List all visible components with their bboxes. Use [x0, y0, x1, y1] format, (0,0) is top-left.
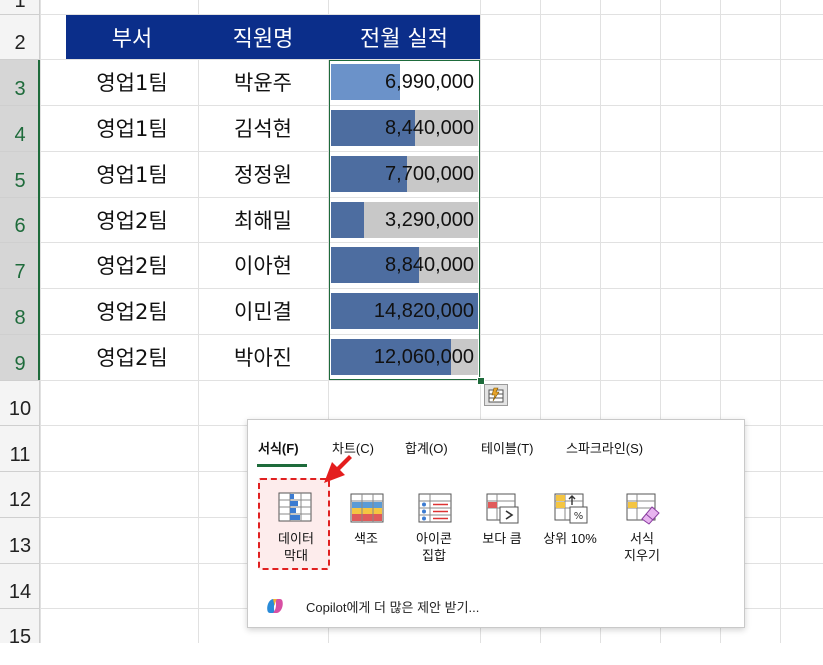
quick-analysis-panel: 서식(F) 차트(C) 합계(O) 테이블(T) 스파크라인(S) 데이터 막대…: [247, 419, 745, 628]
row-header-9[interactable]: 9: [0, 335, 40, 380]
top-10-percent-button[interactable]: % 상위 10%: [534, 488, 606, 578]
cell-name[interactable]: 이민결: [198, 289, 328, 333]
row-header-14[interactable]: 14: [0, 564, 40, 608]
row-header-1[interactable]: 1: [0, 0, 40, 14]
row-header-8[interactable]: 8: [0, 289, 40, 334]
row-divider: [0, 105, 40, 106]
copilot-icon: [267, 599, 283, 613]
row-header-4[interactable]: 4: [0, 106, 40, 151]
tab-format[interactable]: 서식(F): [258, 438, 299, 457]
row-divider: [0, 517, 40, 518]
cell-name[interactable]: 이아현: [198, 243, 328, 287]
svg-text:%: %: [574, 511, 584, 522]
clear-format-icon: [626, 493, 660, 525]
copilot-text: Copilot에게 더 많은 제안 받기...: [306, 599, 480, 615]
row-header-13[interactable]: 13: [0, 518, 40, 563]
cell-dept[interactable]: 영업2팀: [66, 198, 198, 242]
row-divider: [0, 197, 40, 198]
header-name[interactable]: 직원명: [198, 15, 328, 59]
row-header-2[interactable]: 2: [0, 15, 40, 59]
quick-analysis-icon: [488, 387, 504, 403]
top-10-percent-label: 상위 10%: [543, 531, 597, 546]
cell-dept[interactable]: 영업1팀: [66, 60, 198, 104]
row-header-5[interactable]: 5: [0, 152, 40, 197]
cell-dept[interactable]: 영업2팀: [66, 335, 198, 379]
row-header-12[interactable]: 12: [0, 472, 40, 517]
gridline: [40, 0, 41, 643]
row-divider: [0, 380, 40, 381]
row-header-10[interactable]: 10: [0, 381, 40, 425]
row-header-15[interactable]: 15: [0, 609, 40, 648]
greater-than-label: 보다 큼: [482, 531, 522, 546]
cell-dept[interactable]: 영업2팀: [66, 289, 198, 333]
cell-dept[interactable]: 영업2팀: [66, 243, 198, 287]
tab-sparklines[interactable]: 스파크라인(S): [566, 438, 643, 457]
active-tab-indicator: [257, 464, 307, 467]
quick-analysis-button[interactable]: [484, 384, 508, 406]
row-divider: [0, 471, 40, 472]
gridline: [780, 0, 781, 643]
data-bars-icon: [278, 492, 312, 522]
icon-set-label: 아이콘 집합: [416, 531, 452, 563]
tab-totals[interactable]: 합계(O): [405, 438, 448, 457]
cell-name[interactable]: 최해밀: [198, 198, 328, 242]
header-performance[interactable]: 전월 실적: [328, 15, 480, 59]
row-divider: [0, 151, 40, 152]
row-header-6[interactable]: 6: [0, 198, 40, 242]
top-10-percent-icon: %: [554, 493, 588, 524]
row-divider: [0, 425, 40, 426]
header-dept[interactable]: 부서: [66, 15, 198, 59]
cell-dept[interactable]: 영업1팀: [66, 152, 198, 196]
row-divider: [0, 242, 40, 243]
row-divider: [0, 288, 40, 289]
selection-border: [329, 60, 480, 380]
greater-than-button[interactable]: 보다 큼: [466, 488, 538, 578]
row-divider: [0, 608, 40, 609]
cell-name[interactable]: 박윤주: [198, 60, 328, 104]
tab-tables[interactable]: 테이블(T): [481, 438, 533, 457]
clear-format-button[interactable]: 서식 지우기: [606, 488, 678, 578]
row-divider: [0, 334, 40, 335]
clear-format-label: 서식 지우기: [624, 531, 660, 563]
cell-dept[interactable]: 영업1팀: [66, 106, 198, 150]
row-divider: [0, 59, 40, 60]
color-scale-icon: [350, 493, 384, 523]
icon-set-icon: [418, 493, 452, 523]
cell-name[interactable]: 김석현: [198, 106, 328, 150]
icon-set-button[interactable]: 아이콘 집합: [398, 488, 470, 578]
copilot-suggestions-link[interactable]: Copilot에게 더 많은 제안 받기...: [264, 596, 479, 616]
gridline: [0, 380, 823, 381]
red-arrow-icon: [324, 455, 352, 483]
row-selection-edge: [38, 60, 40, 380]
cell-name[interactable]: 정정원: [198, 152, 328, 196]
color-scale-label: 색조: [354, 531, 378, 546]
cell-name[interactable]: 박아진: [198, 335, 328, 379]
row-header-3[interactable]: 3: [0, 60, 40, 105]
row-header-11[interactable]: 11: [0, 426, 40, 471]
color-scale-button[interactable]: 색조: [330, 488, 402, 578]
greater-than-icon: [486, 493, 519, 524]
data-bars-label: 데이터 막대: [278, 531, 314, 563]
row-divider: [0, 563, 40, 564]
row-header-7[interactable]: 7: [0, 243, 40, 288]
row-divider: [0, 14, 40, 15]
